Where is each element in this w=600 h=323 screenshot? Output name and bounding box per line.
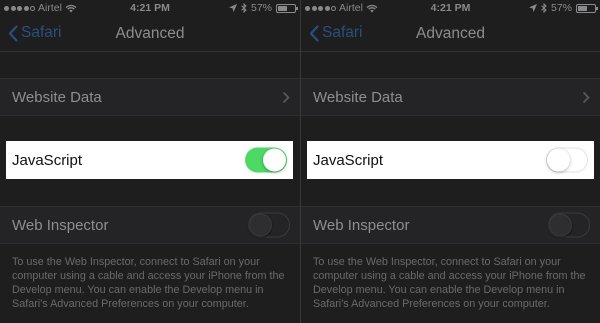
bluetooth-icon xyxy=(541,3,547,13)
website-data-label: Website Data xyxy=(313,88,403,106)
screen-right: Airtel 4:21 PM 57% Safari Advanced Websi… xyxy=(300,0,600,323)
website-data-label: Website Data xyxy=(12,88,102,106)
screen-left: Airtel 4:21 PM 57% Safari Advanced Websi… xyxy=(0,0,300,323)
javascript-row: JavaScript xyxy=(307,141,594,179)
battery-percent: 57% xyxy=(250,2,272,14)
nav-bar: Safari Advanced xyxy=(301,16,600,52)
nav-bar: Safari Advanced xyxy=(0,16,300,52)
battery-fill xyxy=(278,5,288,11)
location-arrow-icon xyxy=(528,4,537,12)
battery-icon xyxy=(576,3,598,13)
web-inspector-label: Web Inspector xyxy=(313,216,410,234)
toggle-knob xyxy=(549,213,572,237)
location-arrow-icon xyxy=(228,4,237,12)
chevron-right-icon xyxy=(282,91,290,104)
web-inspector-label: Web Inspector xyxy=(12,216,109,234)
comparison-screens: Airtel 4:21 PM 57% Safari Advanced Websi… xyxy=(0,0,600,323)
website-data-row[interactable]: Website Data xyxy=(301,78,600,116)
bluetooth-icon xyxy=(241,3,247,13)
toggle-knob xyxy=(249,213,272,237)
battery-percent: 57% xyxy=(550,2,572,14)
chevron-right-icon xyxy=(582,91,590,104)
page-title: Advanced xyxy=(115,25,185,42)
status-bar: Airtel 4:21 PM 57% xyxy=(301,0,600,16)
toggle-knob xyxy=(547,148,570,172)
javascript-toggle[interactable] xyxy=(546,147,588,173)
javascript-row: JavaScript xyxy=(6,141,293,179)
status-right: 57% xyxy=(528,2,598,14)
web-inspector-row: Web Inspector xyxy=(0,206,300,244)
battery-icon xyxy=(276,3,298,13)
website-data-row[interactable]: Website Data xyxy=(0,78,300,116)
javascript-label: JavaScript xyxy=(12,151,83,169)
javascript-label: JavaScript xyxy=(313,151,384,169)
status-right: 57% xyxy=(228,2,298,14)
page-title: Advanced xyxy=(416,25,485,42)
web-inspector-footer: To use the Web Inspector, connect to Saf… xyxy=(12,256,285,310)
toggle-knob xyxy=(263,148,286,172)
status-bar: Airtel 4:21 PM 57% xyxy=(0,0,300,16)
web-inspector-toggle[interactable] xyxy=(248,212,290,238)
web-inspector-toggle[interactable] xyxy=(548,212,590,238)
web-inspector-footer: To use the Web Inspector, connect to Saf… xyxy=(313,256,586,310)
web-inspector-row: Web Inspector xyxy=(301,206,600,244)
javascript-toggle[interactable] xyxy=(245,147,287,173)
battery-fill xyxy=(578,5,588,11)
